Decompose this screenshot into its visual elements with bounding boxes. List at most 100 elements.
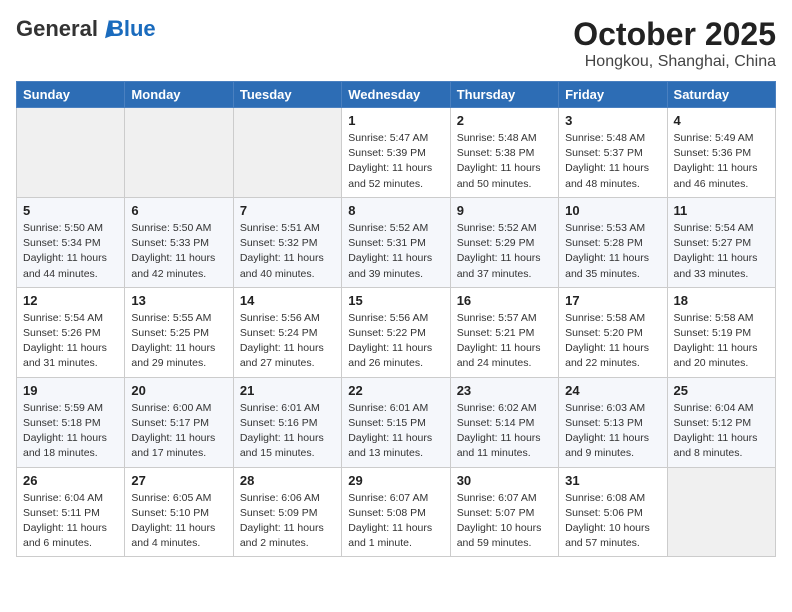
day-number: 28 [240, 473, 335, 488]
day-info: Sunrise: 6:04 AM Sunset: 5:12 PM Dayligh… [674, 401, 769, 462]
calendar-cell: 15 Sunrise: 5:56 AM Sunset: 5:22 PM Dayli… [342, 287, 450, 377]
day-number: 31 [565, 473, 660, 488]
day-number: 12 [23, 293, 118, 308]
day-number: 8 [348, 203, 443, 218]
day-number: 27 [131, 473, 226, 488]
day-info: Sunrise: 5:58 AM Sunset: 5:19 PM Dayligh… [674, 311, 769, 372]
calendar-cell: 1 Sunrise: 5:47 AM Sunset: 5:39 PM Daylig… [342, 108, 450, 198]
day-info: Sunrise: 6:07 AM Sunset: 5:07 PM Dayligh… [457, 491, 552, 552]
day-info: Sunrise: 5:48 AM Sunset: 5:37 PM Dayligh… [565, 131, 660, 192]
calendar-cell: 22Sunrise: 6:01 AM Sunset: 5:15 PM Dayli… [342, 377, 450, 467]
calendar-cell: 29 Sunrise: 6:07 AM Sunset: 5:08 PM Dayli… [342, 467, 450, 557]
calendar-cell: 6 Sunrise: 5:50 AM Sunset: 5:33 PM Daylig… [125, 197, 233, 287]
day-number: 7 [240, 203, 335, 218]
day-info: Sunrise: 5:48 AM Sunset: 5:38 PM Dayligh… [457, 131, 552, 192]
calendar-cell [17, 108, 125, 198]
calendar-cell [667, 467, 775, 557]
calendar-cell: 7 Sunrise: 5:51 AM Sunset: 5:32 PM Daylig… [233, 197, 341, 287]
day-number: 29 [348, 473, 443, 488]
calendar-cell: 19Sunrise: 5:59 AM Sunset: 5:18 PM Dayli… [17, 377, 125, 467]
calendar-cell: 30 Sunrise: 6:07 AM Sunset: 5:07 PM Dayli… [450, 467, 558, 557]
calendar-cell: 13 Sunrise: 5:55 AM Sunset: 5:25 PM Dayli… [125, 287, 233, 377]
day-info: Sunrise: 6:04 AM Sunset: 5:11 PM Dayligh… [23, 491, 118, 552]
day-number: 30 [457, 473, 552, 488]
day-number: 3 [565, 113, 660, 128]
day-info: Sunrise: 6:00 AM Sunset: 5:17 PM Dayligh… [131, 401, 226, 462]
day-header-thursday: Thursday [450, 82, 558, 108]
day-info: Sunrise: 5:47 AM Sunset: 5:39 PM Dayligh… [348, 131, 443, 192]
day-header-saturday: Saturday [667, 82, 775, 108]
calendar-week-3: 12 Sunrise: 5:54 AM Sunset: 5:26 PM Dayli… [17, 287, 776, 377]
day-info: Sunrise: 5:58 AM Sunset: 5:20 PM Dayligh… [565, 311, 660, 372]
calendar-cell: 11Sunrise: 5:54 AM Sunset: 5:27 PM Dayli… [667, 197, 775, 287]
logo-general-text: General [16, 16, 98, 42]
calendar-cell: 2 Sunrise: 5:48 AM Sunset: 5:38 PM Daylig… [450, 108, 558, 198]
calendar-cell: 21Sunrise: 6:01 AM Sunset: 5:16 PM Dayli… [233, 377, 341, 467]
day-info: Sunrise: 6:03 AM Sunset: 5:13 PM Dayligh… [565, 401, 660, 462]
calendar-cell: 17Sunrise: 5:58 AM Sunset: 5:20 PM Dayli… [559, 287, 667, 377]
calendar-week-4: 19Sunrise: 5:59 AM Sunset: 5:18 PM Dayli… [17, 377, 776, 467]
calendar-cell: 20 Sunrise: 6:00 AM Sunset: 5:17 PM Dayli… [125, 377, 233, 467]
calendar-cell: 28Sunrise: 6:06 AM Sunset: 5:09 PM Dayli… [233, 467, 341, 557]
calendar-cell [125, 108, 233, 198]
calendar-cell: 4Sunrise: 5:49 AM Sunset: 5:36 PM Daylig… [667, 108, 775, 198]
day-number: 18 [674, 293, 769, 308]
calendar-cell: 16 Sunrise: 5:57 AM Sunset: 5:21 PM Dayli… [450, 287, 558, 377]
calendar-cell: 23Sunrise: 6:02 AM Sunset: 5:14 PM Dayli… [450, 377, 558, 467]
day-number: 9 [457, 203, 552, 218]
calendar-week-2: 5 Sunrise: 5:50 AM Sunset: 5:34 PM Daylig… [17, 197, 776, 287]
day-info: Sunrise: 5:57 AM Sunset: 5:21 PM Dayligh… [457, 311, 552, 372]
calendar-cell: 5 Sunrise: 5:50 AM Sunset: 5:34 PM Daylig… [17, 197, 125, 287]
calendar-cell: 8 Sunrise: 5:52 AM Sunset: 5:31 PM Daylig… [342, 197, 450, 287]
day-info: Sunrise: 6:08 AM Sunset: 5:06 PM Dayligh… [565, 491, 660, 552]
page-header: General Blue October 2025 Hongkou, Shang… [16, 16, 776, 71]
day-number: 13 [131, 293, 226, 308]
logo-blue-text: Blue [108, 16, 156, 42]
day-info: Sunrise: 5:53 AM Sunset: 5:28 PM Dayligh… [565, 221, 660, 282]
calendar-cell [233, 108, 341, 198]
calendar-cell: 31 Sunrise: 6:08 AM Sunset: 5:06 PM Dayli… [559, 467, 667, 557]
day-number: 4 [674, 113, 769, 128]
day-number: 20 [131, 383, 226, 398]
day-number: 2 [457, 113, 552, 128]
day-number: 5 [23, 203, 118, 218]
day-info: Sunrise: 5:59 AM Sunset: 5:18 PM Dayligh… [23, 401, 118, 462]
day-number: 10 [565, 203, 660, 218]
location-title: Hongkou, Shanghai, China [573, 53, 776, 71]
calendar-header-row: SundayMondayTuesdayWednesdayThursdayFrid… [17, 82, 776, 108]
day-number: 15 [348, 293, 443, 308]
day-number: 25 [674, 383, 769, 398]
day-info: Sunrise: 6:05 AM Sunset: 5:10 PM Dayligh… [131, 491, 226, 552]
day-number: 26 [23, 473, 118, 488]
day-info: Sunrise: 5:52 AM Sunset: 5:29 PM Dayligh… [457, 221, 552, 282]
day-info: Sunrise: 6:01 AM Sunset: 5:16 PM Dayligh… [240, 401, 335, 462]
calendar-cell: 10 Sunrise: 5:53 AM Sunset: 5:28 PM Dayli… [559, 197, 667, 287]
day-number: 6 [131, 203, 226, 218]
title-block: October 2025 Hongkou, Shanghai, China [573, 16, 776, 71]
calendar-cell: 9 Sunrise: 5:52 AM Sunset: 5:29 PM Daylig… [450, 197, 558, 287]
day-info: Sunrise: 5:56 AM Sunset: 5:22 PM Dayligh… [348, 311, 443, 372]
day-number: 16 [457, 293, 552, 308]
day-info: Sunrise: 5:54 AM Sunset: 5:26 PM Dayligh… [23, 311, 118, 372]
calendar-cell: 24Sunrise: 6:03 AM Sunset: 5:13 PM Dayli… [559, 377, 667, 467]
calendar-cell: 18 Sunrise: 5:58 AM Sunset: 5:19 PM Dayli… [667, 287, 775, 377]
day-info: Sunrise: 6:07 AM Sunset: 5:08 PM Dayligh… [348, 491, 443, 552]
day-number: 14 [240, 293, 335, 308]
day-header-tuesday: Tuesday [233, 82, 341, 108]
calendar-cell: 25 Sunrise: 6:04 AM Sunset: 5:12 PM Dayli… [667, 377, 775, 467]
day-info: Sunrise: 6:02 AM Sunset: 5:14 PM Dayligh… [457, 401, 552, 462]
calendar-week-5: 26 Sunrise: 6:04 AM Sunset: 5:11 PM Dayli… [17, 467, 776, 557]
day-header-monday: Monday [125, 82, 233, 108]
day-number: 1 [348, 113, 443, 128]
day-info: Sunrise: 5:51 AM Sunset: 5:32 PM Dayligh… [240, 221, 335, 282]
calendar-cell: 27 Sunrise: 6:05 AM Sunset: 5:10 PM Dayli… [125, 467, 233, 557]
calendar-cell: 12 Sunrise: 5:54 AM Sunset: 5:26 PM Dayli… [17, 287, 125, 377]
day-info: Sunrise: 5:55 AM Sunset: 5:25 PM Dayligh… [131, 311, 226, 372]
calendar-cell: 3 Sunrise: 5:48 AM Sunset: 5:37 PM Daylig… [559, 108, 667, 198]
logo: General Blue [16, 16, 156, 42]
day-info: Sunrise: 5:52 AM Sunset: 5:31 PM Dayligh… [348, 221, 443, 282]
day-info: Sunrise: 5:56 AM Sunset: 5:24 PM Dayligh… [240, 311, 335, 372]
day-number: 11 [674, 203, 769, 218]
day-info: Sunrise: 5:50 AM Sunset: 5:33 PM Dayligh… [131, 221, 226, 282]
day-info: Sunrise: 5:50 AM Sunset: 5:34 PM Dayligh… [23, 221, 118, 282]
